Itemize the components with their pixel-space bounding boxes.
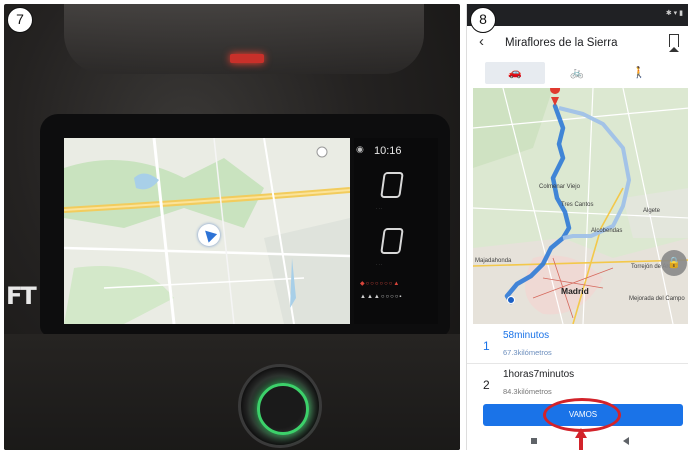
dash-clock: 10:16 <box>374 145 402 157</box>
route-distance: 67.3kilómetros <box>503 348 552 357</box>
recents-icon[interactable] <box>531 438 537 444</box>
route-option[interactable]: 1 58minutos 67.3kilómetros <box>467 326 688 364</box>
wifi-icon: ◉ <box>356 144 364 154</box>
map-label-tres-cantos: Tres Cantos <box>561 202 594 208</box>
dash-small-label-2: · · · <box>376 262 383 267</box>
map-label-alcobendas: Alcobendas <box>591 228 623 234</box>
dash-top-trim <box>64 4 424 74</box>
red-indicator-light <box>230 54 264 63</box>
map-label-algete: Algete <box>643 208 661 214</box>
gear-display-bottom <box>380 228 404 254</box>
lock-icon[interactable]: 🔒 <box>661 250 687 276</box>
back-nav-icon[interactable] <box>623 437 629 445</box>
brand-mark: FT <box>6 282 37 310</box>
map-label-colmenar: Colmenar Viejo <box>539 184 580 190</box>
tab-walk[interactable]: 🚶 <box>609 62 669 84</box>
panel-label-7: 7 <box>7 7 33 33</box>
map-label-mejorada: Mejorada del Campo <box>629 296 685 302</box>
tab-car[interactable]: 🚗 <box>485 62 545 84</box>
dash-small-label-1: · · · <box>376 206 383 211</box>
dash-map-screen <box>64 138 350 324</box>
map-label-majadahonda: Majadahonda <box>475 258 512 264</box>
arrow-back-icon[interactable]: ‹ <box>479 33 484 50</box>
destination-title: Miraflores de la Sierra <box>505 37 618 49</box>
panel-label-8: 8 <box>470 7 496 33</box>
status-bar: ✱ ▾ ▮ <box>467 4 688 26</box>
status-icons-row: ▲▲▲○○○○▪ <box>360 294 403 300</box>
route-distance: 84.3kilómetros <box>503 387 552 396</box>
dash-lower-body <box>4 334 460 450</box>
phone-screenshot: ✱ ▾ ▮ ‹ Miraflores de la Sierra 🚗 🚲 🚶 Co… <box>466 4 688 450</box>
route-number: 2 <box>483 378 490 392</box>
tab-bicycle[interactable]: 🚲 <box>547 62 607 84</box>
route-number: 1 <box>483 339 490 353</box>
gear-display-top <box>380 172 404 198</box>
travel-mode-tabs: 🚗 🚲 🚶 <box>483 62 673 84</box>
route-map[interactable]: Colmenar Viejo Tres Cantos Alcobendas Al… <box>473 88 688 324</box>
dashboard-photo: ◉ 10:16 · · · · · · ◆○○○○○○▲ ▲▲▲○○○○▪ FT <box>4 4 460 450</box>
speedometer-gauge <box>238 364 322 448</box>
gauge-green-ring <box>257 383 309 435</box>
figure-root: ◉ 10:16 · · · · · · ◆○○○○○○▲ ▲▲▲○○○○▪ FT… <box>0 0 690 452</box>
navigation-arrow-icon <box>198 224 220 246</box>
warning-icons-row: ◆○○○○○○▲ <box>360 281 401 287</box>
dash-info-panel: ◉ 10:16 · · · · · · ◆○○○○○○▲ ▲▲▲○○○○▪ <box>354 138 438 324</box>
bookmark-icon[interactable] <box>669 34 679 52</box>
system-nav-bar <box>467 434 688 450</box>
status-icons: ✱ ▾ ▮ <box>665 10 683 17</box>
route-time: 58minutos <box>503 330 550 341</box>
route-time: 1horas7minutos <box>503 369 575 380</box>
map-label-madrid: Madrid <box>561 286 589 296</box>
route-list: 1 58minutos 67.3kilómetros 2 1horas7minu… <box>467 326 688 402</box>
app-bar: ‹ Miraflores de la Sierra <box>467 28 688 58</box>
highlight-circle <box>543 398 621 432</box>
